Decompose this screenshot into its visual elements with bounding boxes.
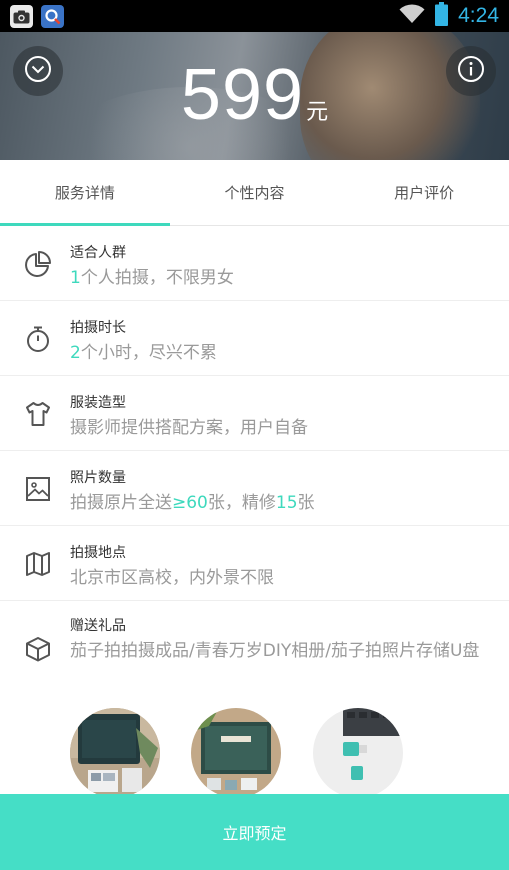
detail-row-audience: 适合人群 1个人拍摄，不限男女	[0, 226, 509, 301]
detail-title: 服装造型	[70, 395, 126, 411]
tab-service-details[interactable]: 服务详情	[0, 160, 170, 226]
gift-images	[0, 708, 509, 798]
detail-title: 照片数量	[70, 470, 126, 486]
tab-user-reviews[interactable]: 用户评价	[339, 160, 509, 225]
price-amount: 599	[180, 55, 305, 135]
detail-row-outfit: 服装造型 摄影师提供搭配方案，用户自备	[0, 376, 509, 451]
detail-row-photo-count: 照片数量 拍摄原片全送≥60张，精修15张	[0, 451, 509, 526]
detail-desc: 茄子拍拍摄成品/青春万岁DIY相册/茄子拍照片存储U盘	[70, 641, 480, 661]
map-icon	[24, 550, 52, 578]
stopwatch-icon	[24, 325, 52, 353]
detail-row-duration: 拍摄时长 2个小时，尽兴不累	[0, 301, 509, 376]
detail-desc: 摄影师提供搭配方案，用户自备	[70, 418, 308, 438]
service-details-list: 适合人群 1个人拍摄，不限男女 拍摄时长 2个小时，尽兴不累 服装造型 摄影师提…	[0, 226, 509, 709]
detail-desc: 1个人拍摄，不限男女	[70, 268, 234, 288]
detail-title: 拍摄地点	[70, 545, 126, 561]
pie-chart-icon	[24, 250, 52, 278]
status-time: 4:24	[458, 4, 499, 27]
status-bar: 4:24	[0, 0, 509, 32]
photo-book-image	[191, 708, 281, 798]
detail-row-location: 拍摄地点 北京市区高校，内外景不限	[0, 526, 509, 601]
battery-icon	[435, 2, 449, 30]
detail-desc: 北京市区高校，内外景不限	[70, 568, 274, 588]
tab-bar: 服务详情 个性内容 用户评价	[0, 160, 509, 226]
detail-row-gifts: 赠送礼品 茄子拍拍摄成品/青春万岁DIY相册/茄子拍照片存储U盘	[0, 601, 509, 709]
app-notification-icon	[41, 5, 64, 28]
info-icon	[457, 55, 485, 87]
wifi-icon	[399, 4, 425, 28]
price-currency: 元	[306, 100, 329, 125]
detail-title: 赠送礼品	[70, 618, 126, 634]
book-now-button[interactable]: 立即预定	[0, 794, 509, 870]
photo-album-image	[70, 708, 160, 798]
gift-box-icon	[24, 635, 52, 663]
hero-banner: 599元	[0, 32, 509, 160]
info-button[interactable]	[446, 46, 496, 96]
detail-desc: 2个小时，尽兴不累	[70, 343, 217, 363]
camera-app-icon	[10, 5, 33, 28]
detail-title: 拍摄时长	[70, 320, 126, 336]
price: 599元	[0, 54, 509, 136]
shirt-icon	[24, 400, 52, 428]
detail-desc: 拍摄原片全送≥60张，精修15张	[70, 493, 315, 513]
image-icon	[24, 475, 52, 503]
usb-drive-image	[313, 708, 403, 798]
tab-personal-content[interactable]: 个性内容	[170, 160, 340, 225]
detail-title: 适合人群	[70, 245, 126, 261]
